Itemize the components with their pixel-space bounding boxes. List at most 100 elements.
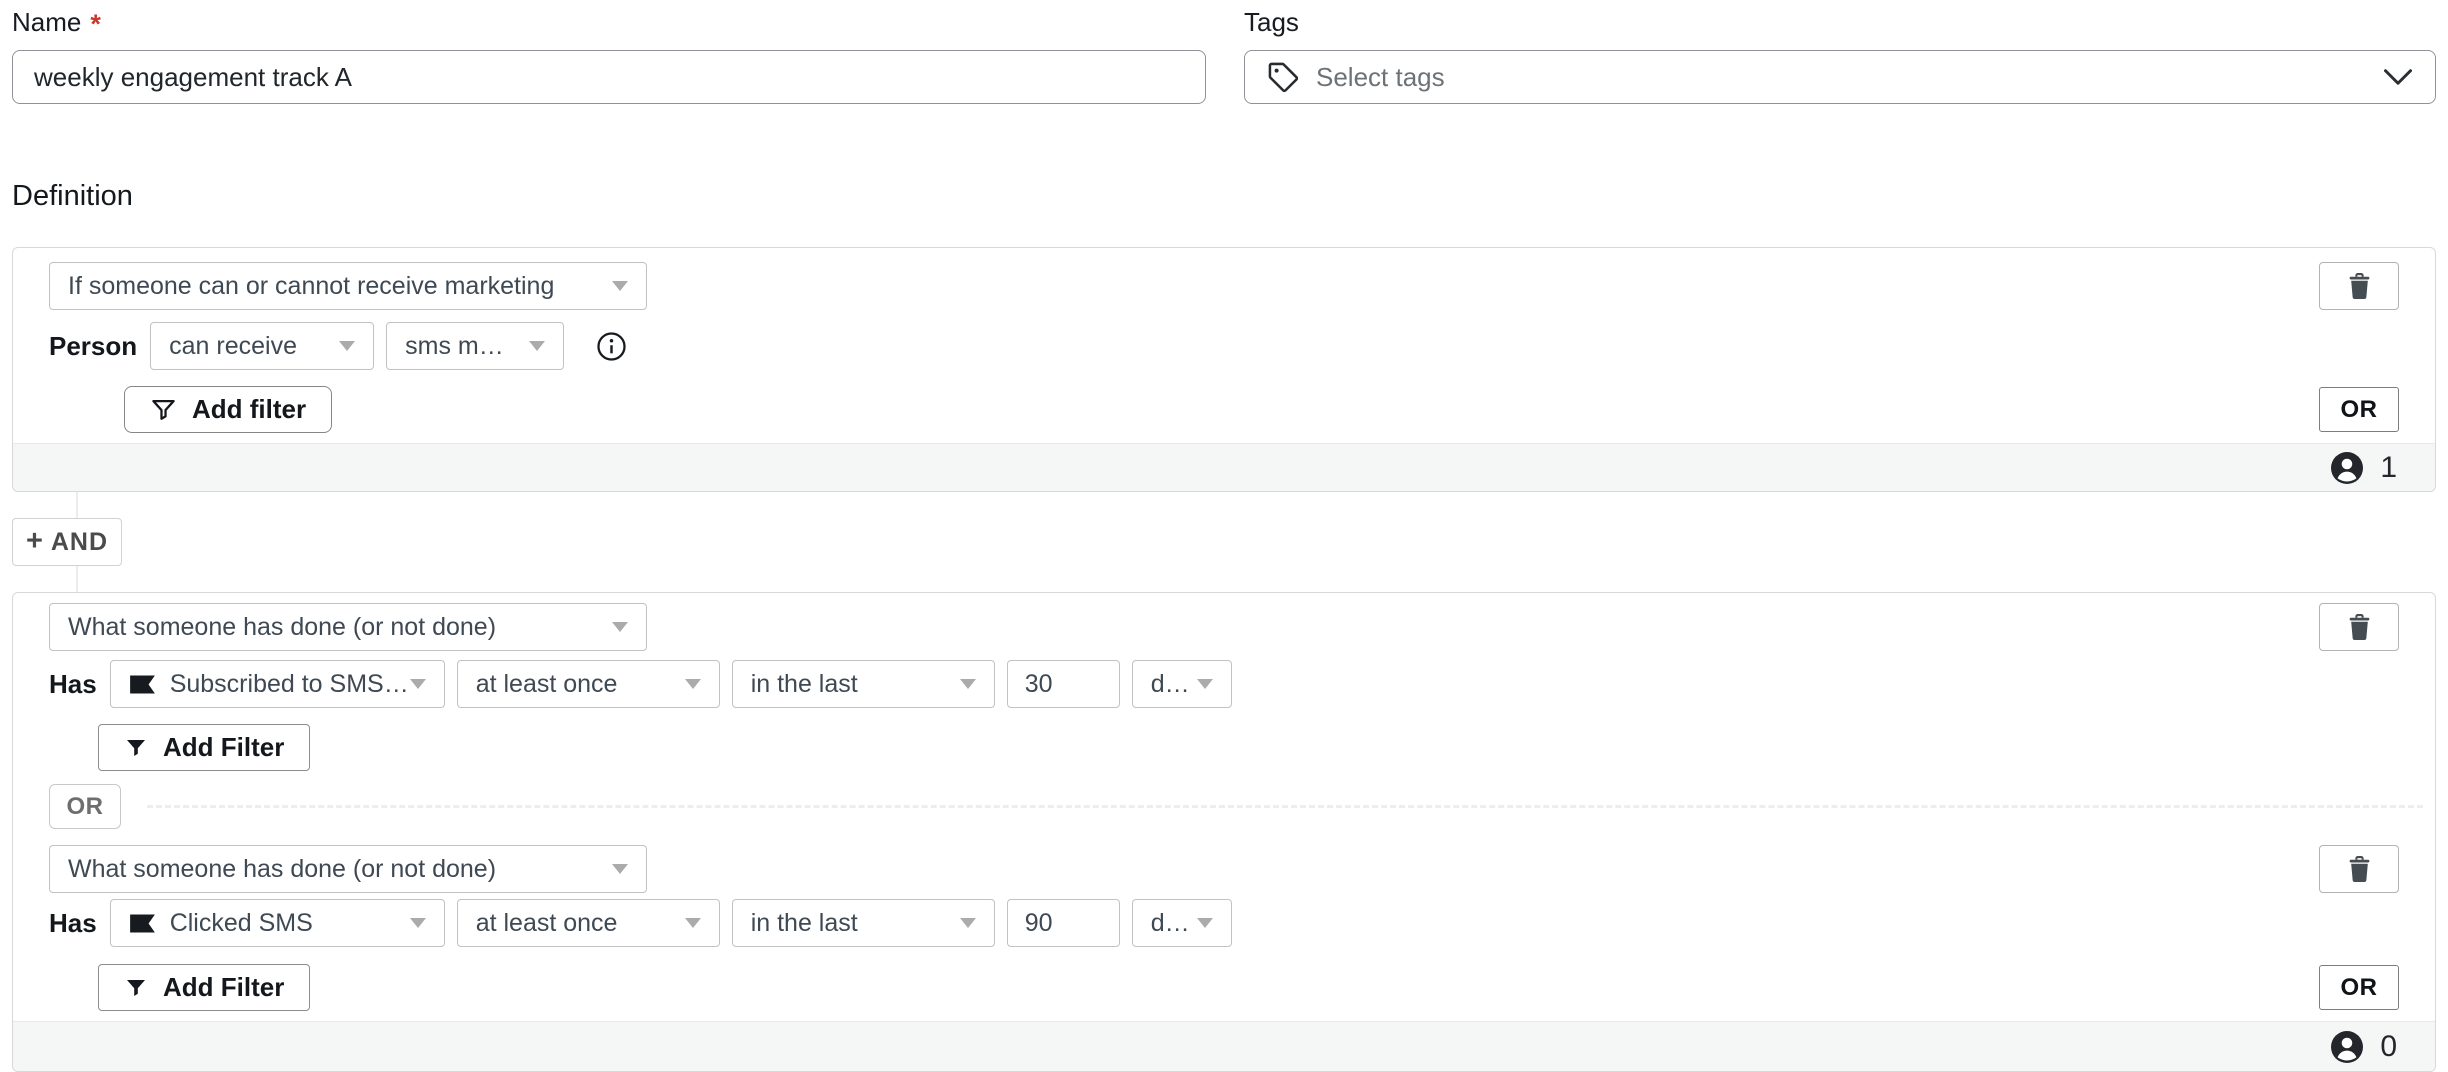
metric-flag-icon [129, 913, 156, 934]
dropdown-caret-icon [339, 341, 356, 351]
funnel-filled-icon [124, 976, 148, 1000]
and-connector-row: + AND [12, 492, 2436, 592]
info-icon[interactable] [596, 331, 627, 362]
metric-value-2: Clicked SMS [169, 908, 313, 937]
timeframe-select-2[interactable]: in the last [731, 899, 995, 947]
group1-member-count: 1 [2380, 450, 2397, 484]
group2-add-filter-row-1: Add Filter [13, 724, 2435, 771]
group2-footer: 0 [13, 1021, 2435, 1071]
segment-builder-page: Name * Tags Select tags [0, 0, 2448, 1072]
group1-actions-row: Add filter OR [13, 386, 2435, 433]
group2-condition1-value: What someone has done (or not done) [68, 612, 497, 641]
days-value-input-2[interactable] [1006, 899, 1120, 947]
group1-add-filter-button[interactable]: Add filter [124, 386, 333, 433]
has-label: Has [49, 907, 97, 938]
dropdown-caret-icon [409, 679, 426, 689]
top-form-row: Name * Tags Select tags [12, 6, 2436, 104]
group2-condition2-select[interactable]: What someone has done (or not done) [49, 845, 647, 893]
frequency-value-1: at least once [475, 669, 618, 698]
timeframe-select-1[interactable]: in the last [731, 660, 995, 708]
group2-or-right-label: OR [2340, 973, 2378, 1001]
person-count-icon [2330, 451, 2364, 485]
metric-value-1: Subscribed to SMS Mar... [169, 669, 410, 698]
group2-or-left-button[interactable]: OR [49, 784, 121, 829]
tags-field-group: Tags Select tags [1244, 6, 2436, 104]
person-count-icon [2330, 1030, 2364, 1064]
metric-select-1[interactable]: Subscribed to SMS Mar... [109, 660, 445, 708]
unit-select-2[interactable]: days [1131, 899, 1232, 947]
name-field-group: Name * [12, 6, 1206, 104]
group2-or-divider: OR [13, 784, 2435, 829]
tags-select[interactable]: Select tags [1244, 50, 2436, 104]
condition-group-2: What someone has done (or not done) Has [12, 592, 2436, 1072]
group2-has-row-1: Has Subscribed to SMS Mar... at least on… [13, 660, 2435, 708]
unit-select-1[interactable]: days [1131, 660, 1232, 708]
dropdown-caret-icon [409, 918, 426, 928]
group2-add-filter-button-2[interactable]: Add Filter [98, 964, 311, 1011]
dropdown-caret-icon [959, 918, 976, 928]
and-button-label: AND [50, 527, 109, 556]
timeframe-value-2: in the last [750, 908, 858, 937]
group2-condition1-row: What someone has done (or not done) [13, 603, 2435, 651]
channel-value: sms marketing [405, 331, 515, 360]
plus-icon: + [25, 524, 44, 557]
group1-condition-select[interactable]: If someone can or cannot receive marketi… [49, 262, 647, 310]
timeframe-value-1: in the last [750, 669, 858, 698]
consent-op-select[interactable]: can receive [150, 322, 375, 370]
trash-icon [2348, 855, 2371, 883]
group1-person-row: Person can receive sms marketing [13, 322, 2435, 370]
or-dashed-divider [147, 805, 2423, 808]
group2-condition1-select[interactable]: What someone has done (or not done) [49, 603, 647, 651]
metric-flag-icon [129, 674, 156, 695]
group2-condition2-row: What someone has done (or not done) [13, 845, 2435, 893]
required-asterisk: * [90, 8, 101, 39]
person-label: Person [49, 330, 138, 361]
frequency-value-2: at least once [475, 908, 618, 937]
days-value-input-1[interactable] [1006, 660, 1120, 708]
dropdown-caret-icon [959, 679, 976, 689]
group2-member-count: 0 [2380, 1029, 2397, 1063]
dropdown-caret-icon [684, 679, 701, 689]
trash-icon [2348, 272, 2371, 300]
group1-or-label: OR [2340, 395, 2378, 423]
add-and-button[interactable]: + AND [12, 518, 122, 566]
group1-condition-value: If someone can or cannot receive marketi… [68, 271, 555, 300]
dropdown-caret-icon [684, 918, 701, 928]
tag-icon [1267, 61, 1299, 93]
funnel-icon [150, 396, 177, 423]
dropdown-caret-icon [612, 864, 628, 874]
channel-select[interactable]: sms marketing [386, 322, 565, 370]
condition-group-1: If someone can or cannot receive marketi… [12, 247, 2436, 492]
unit-value-2: days [1150, 908, 1197, 937]
chevron-down-icon [2383, 68, 2413, 86]
frequency-select-1[interactable]: at least once [456, 660, 720, 708]
group1-or-button[interactable]: OR [2319, 387, 2399, 432]
group2-add-filter-label-1: Add Filter [163, 732, 285, 762]
has-label: Has [49, 668, 97, 699]
metric-select-2[interactable]: Clicked SMS [109, 899, 445, 947]
dropdown-caret-icon [529, 341, 546, 351]
dropdown-caret-icon [1196, 918, 1213, 928]
group2-actions-row: Add Filter OR [13, 964, 2435, 1011]
group2-condition1-delete-button[interactable] [2319, 603, 2399, 651]
dropdown-caret-icon [612, 622, 628, 632]
group1-add-filter-label: Add filter [192, 394, 307, 424]
group2-add-filter-label-2: Add Filter [163, 972, 285, 1002]
name-input[interactable] [12, 50, 1206, 104]
group2-or-left-label: OR [66, 792, 104, 820]
tags-placeholder: Select tags [1316, 61, 1445, 92]
group2-or-right-button[interactable]: OR [2319, 965, 2399, 1010]
name-label-text: Name [12, 6, 82, 37]
unit-value-1: days [1150, 669, 1197, 698]
group2-condition2-delete-button[interactable] [2319, 845, 2399, 893]
group1-condition-row: If someone can or cannot receive marketi… [13, 262, 2435, 310]
consent-op-value: can receive [169, 331, 298, 360]
group2-add-filter-button-1[interactable]: Add Filter [98, 724, 311, 771]
dropdown-caret-icon [1196, 679, 1213, 689]
tags-label: Tags [1244, 6, 2436, 37]
trash-icon [2348, 613, 2371, 641]
tags-label-text: Tags [1244, 6, 1299, 37]
group1-delete-button[interactable] [2319, 262, 2399, 310]
funnel-filled-icon [124, 736, 148, 760]
frequency-select-2[interactable]: at least once [456, 899, 720, 947]
